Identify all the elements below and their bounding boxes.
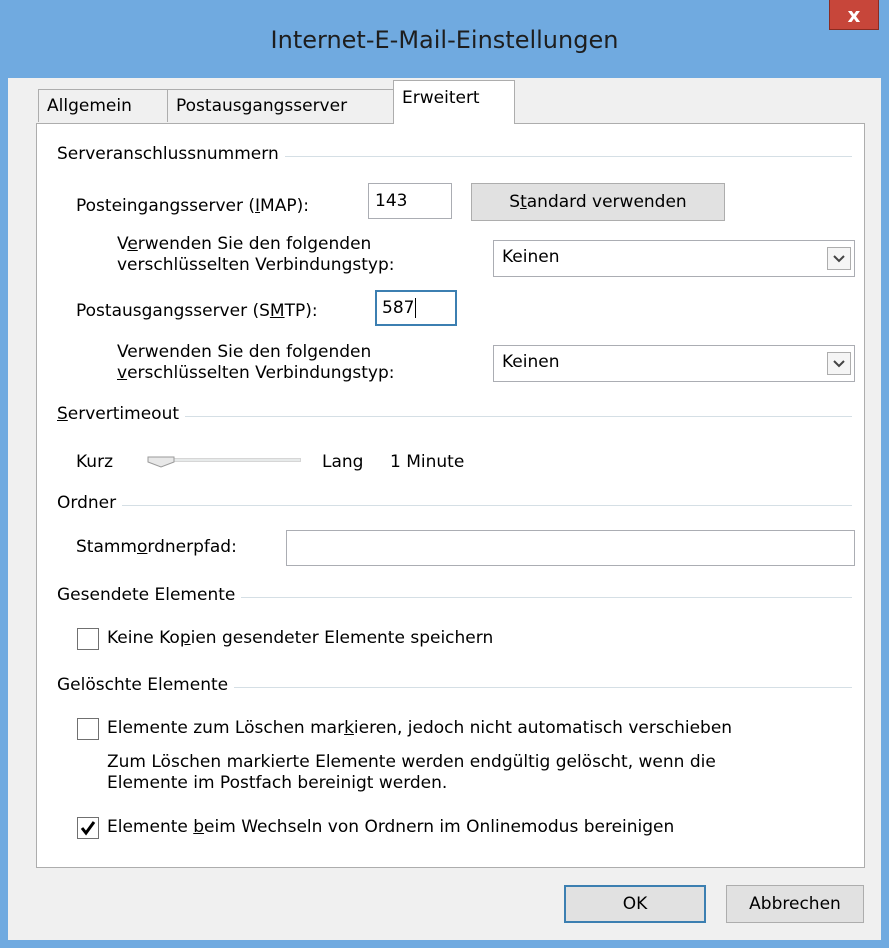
- title-bar[interactable]: Internet-E-Mail-Einstellungen x: [0, 0, 889, 78]
- group-title-deleted: Gelöschte Elemente: [57, 675, 235, 695]
- text-caret: [415, 298, 417, 318]
- deletion-info-text: Zum Löschen markierte Elemente werden en…: [107, 752, 716, 793]
- root-folder-label: Stammordnerpfad:: [76, 537, 237, 557]
- checkmark-icon: [80, 821, 96, 836]
- close-button[interactable]: x: [829, 0, 879, 30]
- dialog-client-area: Allgemein Postausgangsserver Erweitert S…: [8, 78, 881, 940]
- timeout-value: 1 Minute: [390, 452, 465, 472]
- mark-for-deletion-label[interactable]: Elemente zum Löschen markieren, jedoch n…: [107, 718, 732, 738]
- smtp-port-label: Postausgangsserver (SMTP):: [76, 301, 318, 321]
- purge-on-switch-label[interactable]: Elemente beim Wechseln von Ordnern im On…: [107, 817, 674, 837]
- group-divider: [57, 505, 852, 506]
- cancel-button[interactable]: Abbrechen: [726, 885, 864, 923]
- timeout-short-label: Kurz: [76, 452, 113, 472]
- smtp-encryption-label: Verwenden Sie den folgenden verschlüsselt…: [117, 342, 395, 383]
- dialog-window: Internet-E-Mail-Einstellungen x Allgemei…: [0, 0, 889, 948]
- no-sent-copies-checkbox[interactable]: [77, 628, 99, 650]
- use-default-button[interactable]: Standard verwenden: [471, 183, 725, 221]
- root-folder-input[interactable]: [286, 530, 855, 566]
- imap-encryption-select[interactable]: Keinen: [493, 240, 855, 277]
- imap-port-input[interactable]: 143: [368, 183, 452, 219]
- close-icon: x: [847, 3, 861, 27]
- group-title-sent: Gesendete Elemente: [57, 585, 242, 605]
- group-title-timeout: Servertimeout: [57, 404, 186, 424]
- purge-on-switch-checkbox[interactable]: [77, 817, 99, 839]
- chevron-down-icon[interactable]: [827, 352, 851, 375]
- smtp-encryption-select[interactable]: Keinen: [493, 345, 855, 382]
- group-title-folders: Ordner: [57, 493, 123, 513]
- smtp-port-input[interactable]: 587: [375, 290, 457, 326]
- chevron-down-icon[interactable]: [827, 247, 851, 270]
- group-title-ports: Serveranschlussnummern: [57, 144, 285, 164]
- timeout-slider-thumb[interactable]: [147, 453, 175, 468]
- tab-allgemein[interactable]: Allgemein: [38, 89, 168, 122]
- ok-button[interactable]: OK: [564, 885, 706, 923]
- imap-port-label: Posteingangsserver (IMAP):: [76, 196, 309, 216]
- no-sent-copies-label[interactable]: Keine Kopien gesendeter Elemente speiche…: [107, 628, 493, 648]
- timeout-long-label: Lang: [322, 452, 364, 472]
- window-title: Internet-E-Mail-Einstellungen: [270, 26, 619, 54]
- tab-erweitert[interactable]: Erweitert: [393, 80, 515, 124]
- tab-panel-erweitert: Serveranschlussnummern Posteingangsserve…: [36, 123, 865, 868]
- tab-postausgangsserver[interactable]: Postausgangsserver: [167, 89, 394, 122]
- mark-for-deletion-checkbox[interactable]: [77, 718, 99, 740]
- imap-encryption-label: Verwenden Sie den folgenden verschlüsselt…: [117, 234, 395, 275]
